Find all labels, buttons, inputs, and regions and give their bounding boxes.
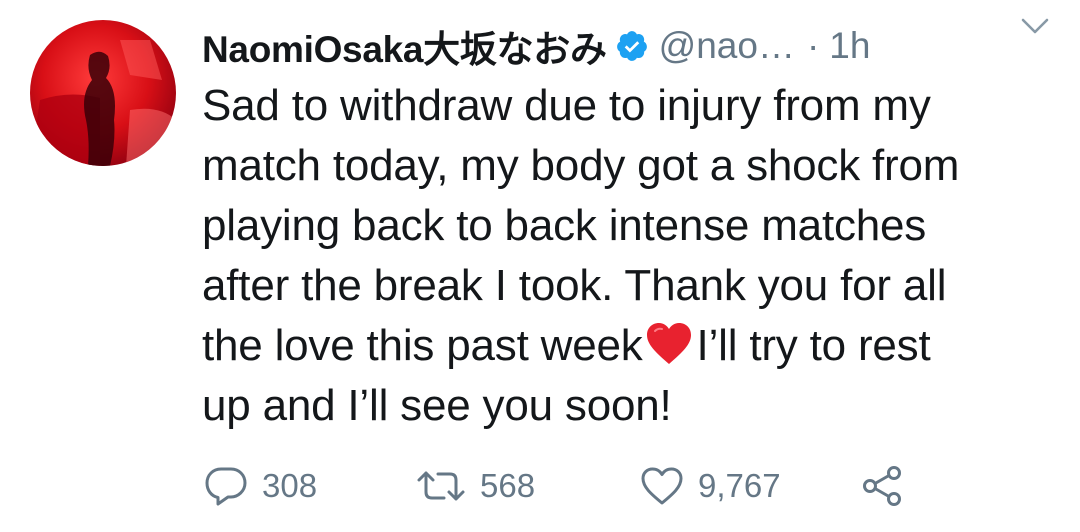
reply-icon xyxy=(204,466,248,506)
tweet-text: Sad to withdraw due to injury from my ma… xyxy=(202,76,1042,436)
reply-button[interactable]: 308 xyxy=(204,462,317,510)
retweet-count: 568 xyxy=(480,467,536,504)
display-name[interactable]: NaomiOsaka大坂なおみ xyxy=(202,19,607,73)
verified-badge-icon xyxy=(615,29,649,63)
tweet-header: NaomiOsaka大坂なおみ @nao… · 1h xyxy=(202,18,1060,74)
separator-dot: · xyxy=(806,25,820,66)
user-handle[interactable]: @nao… xyxy=(659,25,795,67)
tweet-text-line: after the break I took. Thank you for al… xyxy=(202,261,947,310)
retweet-icon xyxy=(416,468,466,504)
tweet-text-segment: the love this past week xyxy=(202,321,643,370)
tweet-card[interactable]: NaomiOsaka大坂なおみ @nao… · 1h Sad to withdr… xyxy=(0,0,1080,532)
tweet-text-line: Sad to withdraw due to injury from my xyxy=(202,81,931,130)
retweet-button[interactable]: 568 xyxy=(416,462,535,510)
chevron-down-icon[interactable] xyxy=(1020,14,1050,38)
share-button[interactable] xyxy=(860,462,904,510)
share-icon xyxy=(860,466,904,506)
red-heart-emoji-icon xyxy=(645,322,693,366)
like-count: 9,767 xyxy=(698,467,781,504)
tweet-text-line: up and I’ll see you soon! xyxy=(202,381,672,430)
tweet-text-segment: I’ll try to rest xyxy=(696,321,931,370)
tweet-text-line: playing back to back intense matches xyxy=(202,201,927,250)
timestamp[interactable]: 1h xyxy=(829,25,870,67)
tweet-text-line: match today, my body got a shock from xyxy=(202,141,960,190)
tweet-actions: 308 568 9,767 xyxy=(204,462,964,510)
like-button[interactable]: 9,767 xyxy=(640,462,781,510)
reply-count: 308 xyxy=(262,467,318,504)
tweet-text-line: the love this past week I’ll try to rest xyxy=(202,316,1042,376)
avatar[interactable] xyxy=(30,20,176,166)
like-icon xyxy=(640,466,684,506)
